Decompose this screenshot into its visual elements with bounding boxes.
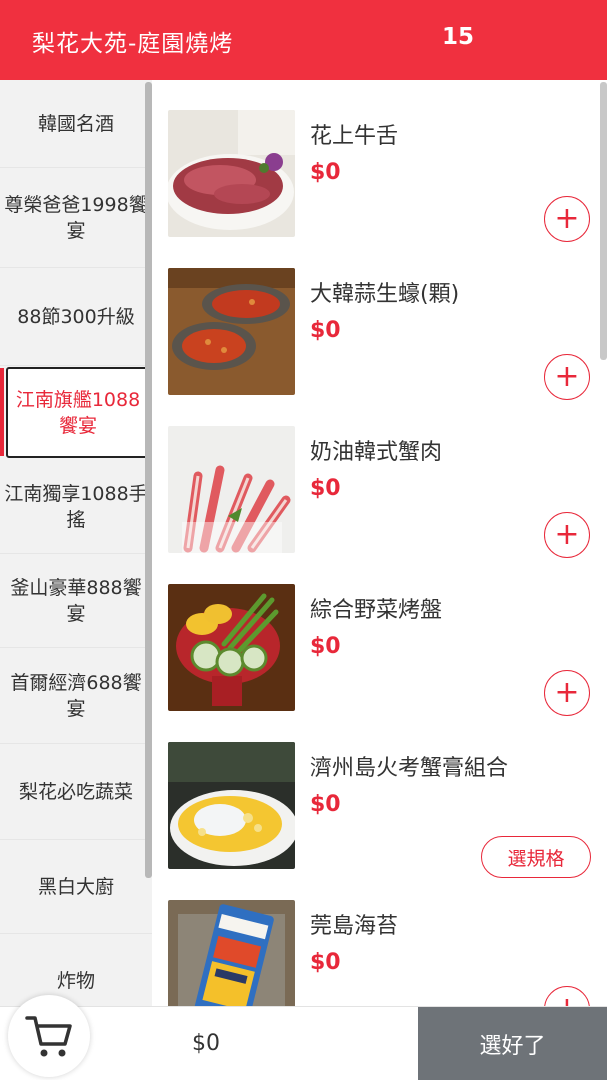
menu-item[interactable]: 濟州島火考蟹膏組合 $0 選規格 xyxy=(152,712,600,878)
cart-button[interactable] xyxy=(8,995,90,1077)
dish-photo xyxy=(168,900,295,1006)
cart-footer: $0 選好了 xyxy=(0,995,607,1080)
header-bar: 梨花大苑-庭園燒烤 15 xyxy=(0,0,607,80)
dish-price: $0 xyxy=(310,792,341,817)
menu-list[interactable]: 花上牛舌 $0 + 大韓蒜生蠔(顆) $0 + 奶油韓式蟹肉 $0 + 綜合野菜… xyxy=(152,80,607,1006)
category-item[interactable]: 首爾經濟688饗宴 xyxy=(0,648,152,744)
category-label: 韓國名酒 xyxy=(37,112,114,135)
restaurant-title: 梨花大苑-庭園燒烤 xyxy=(32,31,234,57)
category-item-active[interactable]: 江南旗艦1088饗宴 xyxy=(6,367,150,458)
category-label: 江南獨享1088手搖 xyxy=(4,482,148,531)
plus-icon: + xyxy=(554,994,579,1007)
dish-price: $0 xyxy=(310,160,341,185)
add-to-cart-button[interactable]: + xyxy=(544,670,590,716)
table-number: 15 xyxy=(442,24,475,50)
dish-photo xyxy=(168,742,295,869)
category-item[interactable]: 88節300升級 xyxy=(0,268,152,366)
cart-icon xyxy=(25,1016,72,1057)
category-label: 梨花必吃蔬菜 xyxy=(18,780,133,803)
dish-photo xyxy=(168,426,295,553)
category-item[interactable]: 尊榮爸爸1998饗宴 xyxy=(0,168,152,268)
dish-price: $0 xyxy=(310,476,341,501)
menu-item[interactable]: 綜合野菜烤盤 $0 + xyxy=(152,554,600,716)
category-item[interactable]: 江南獨享1088手搖 xyxy=(0,460,152,554)
dish-photo xyxy=(168,110,295,237)
menu-scrollbar[interactable] xyxy=(600,82,607,360)
category-label: 尊榮爸爸1998饗宴 xyxy=(4,193,148,242)
category-sidebar[interactable]: 韓國名酒 尊榮爸爸1998饗宴 88節300升級 江南旗艦1088饗宴 江南獨享… xyxy=(0,80,152,1006)
menu-item[interactable]: 花上牛舌 $0 + xyxy=(152,80,600,242)
menu-item[interactable]: 奶油韓式蟹肉 $0 + xyxy=(152,396,600,558)
dish-name: 綜合野菜烤盤 xyxy=(310,598,443,623)
category-item[interactable]: 炸物 xyxy=(0,934,152,1006)
dish-price: $0 xyxy=(310,950,341,975)
category-item[interactable]: 韓國名酒 xyxy=(0,80,152,168)
dish-price: $0 xyxy=(310,318,341,343)
category-item[interactable]: 釜山豪華888饗宴 xyxy=(0,554,152,648)
category-label: 首爾經濟688饗宴 xyxy=(10,671,142,720)
plus-icon: + xyxy=(554,201,580,236)
category-label: 炸物 xyxy=(56,970,95,992)
add-to-cart-button[interactable]: + xyxy=(544,354,590,400)
add-to-cart-button[interactable]: + xyxy=(544,512,590,558)
dish-price: $0 xyxy=(310,634,341,659)
menu-item[interactable]: 大韓蒜生蠔(顆) $0 + xyxy=(152,238,600,400)
dish-name: 莞島海苔 xyxy=(310,914,399,939)
cart-total: $0 xyxy=(192,1031,220,1056)
checkout-button[interactable]: 選好了 xyxy=(418,1007,607,1080)
sidebar-scrollbar[interactable] xyxy=(145,82,152,878)
dish-name: 大韓蒜生蠔(顆) xyxy=(310,282,460,307)
dish-name: 濟州島火考蟹膏組合 xyxy=(310,756,509,781)
category-item[interactable]: 梨花必吃蔬菜 xyxy=(0,744,152,840)
add-to-cart-button[interactable]: + xyxy=(544,196,590,242)
plus-icon: + xyxy=(554,517,580,552)
category-label: 釜山豪華888饗宴 xyxy=(10,576,142,625)
category-label: 江南旗艦1088饗宴 xyxy=(15,388,141,437)
category-label: 黑白大廚 xyxy=(37,875,114,898)
dish-photo xyxy=(168,268,295,395)
active-category-marker xyxy=(0,368,4,456)
plus-icon: + xyxy=(554,359,580,394)
plus-icon: + xyxy=(554,675,580,710)
menu-item[interactable]: 莞島海苔 $0 + xyxy=(152,870,600,1006)
category-label: 88節300升級 xyxy=(17,305,135,328)
category-item[interactable]: 黑白大廚 xyxy=(0,840,152,934)
dish-name: 花上牛舌 xyxy=(310,124,399,149)
dish-name: 奶油韓式蟹肉 xyxy=(310,440,443,465)
add-to-cart-button[interactable]: + xyxy=(544,986,590,1006)
dish-photo xyxy=(168,584,295,711)
